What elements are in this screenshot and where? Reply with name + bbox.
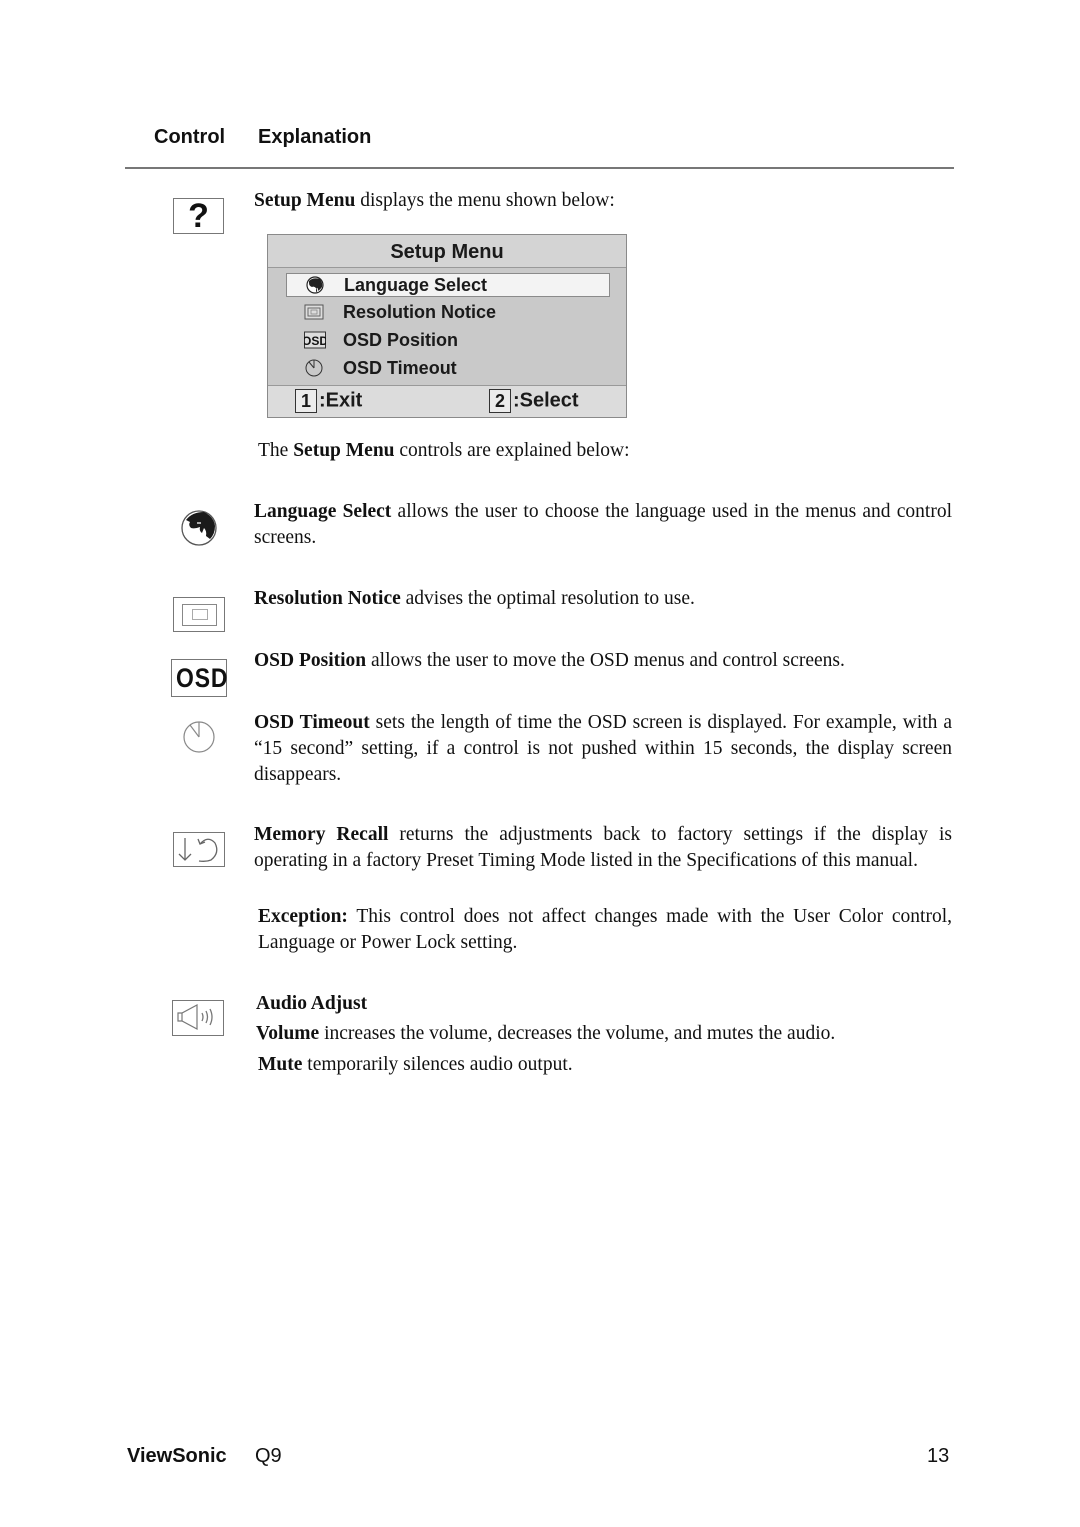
osd-icon: OSD: [302, 331, 328, 349]
entry-title: Memory Recall: [254, 824, 389, 845]
osd-item-label: Language Select: [344, 275, 488, 295]
osd-item-language-select[interactable]: Language Select: [286, 273, 610, 297]
footer-brand: ViewSonic: [127, 1445, 227, 1467]
entry-memory-recall: Memory Recall returns the adjustments ba…: [254, 822, 952, 874]
osd-exit-hint[interactable]: 1:Exit: [295, 389, 362, 413]
entry-resolution-notice: Resolution Notice advises the optimal re…: [254, 586, 952, 612]
entry-text: allows the user to move the OSD menus an…: [366, 650, 845, 671]
entry-title: Language Select: [254, 501, 392, 522]
exception-label: Exception:: [258, 906, 348, 927]
audio-adjust-heading: Audio Adjust: [256, 993, 368, 1014]
osd-item-label: Resolution Notice: [343, 302, 497, 322]
resolution-notice-icon: [173, 597, 225, 632]
explain-intro-bold: Setup Menu: [293, 440, 395, 461]
page-number: 13: [927, 1445, 950, 1467]
key-1-icon: 1: [295, 389, 317, 413]
resolution-notice-icon: [304, 303, 324, 321]
header-divider: [125, 167, 954, 169]
audio-volume-text: Volume increases the volume, decreases t…: [256, 1021, 954, 1047]
memory-recall-icon: [173, 832, 225, 867]
entry-osd-position: OSD Position allows the user to move the…: [254, 648, 952, 674]
audio-mute-text: Mute temporarily silences audio output.: [258, 1052, 956, 1078]
entry-title: OSD Position: [254, 650, 367, 671]
osd-item-osd-position[interactable]: OSD OSD Position: [286, 329, 610, 353]
entry-title: Resolution Notice: [254, 588, 401, 609]
entry-language-select: Language Select allows the user to choos…: [254, 499, 952, 551]
explain-intro-pre: The: [258, 440, 294, 461]
key-2-icon: 2: [489, 389, 511, 413]
svg-text:OSD: OSD: [304, 334, 326, 348]
osd-title: Setup Menu: [268, 235, 626, 268]
osd-item-resolution-notice[interactable]: Resolution Notice: [286, 301, 610, 325]
speaker-icon: [172, 1000, 224, 1036]
select-label: :Select: [513, 389, 579, 412]
explain-intro: The Setup Menu controls are explained be…: [258, 438, 630, 464]
osd-menu-list: Language Select Resolution Notice OSD OS…: [268, 268, 626, 386]
entry-title: OSD Timeout: [254, 712, 370, 733]
column-header-control: Control: [154, 126, 226, 148]
volume-label: Volume: [256, 1023, 320, 1044]
osd-footer: 1:Exit 2:Select: [268, 385, 626, 417]
footer-model: Q9: [255, 1445, 282, 1467]
entry-osd-timeout: OSD Timeout sets the length of time the …: [254, 710, 952, 788]
column-header-explanation: Explanation: [258, 126, 372, 148]
exception-text: This control does not affect changes mad…: [258, 906, 952, 953]
explain-intro-post: controls are explained below:: [394, 440, 630, 461]
osd-item-osd-timeout[interactable]: OSD Timeout: [286, 357, 610, 381]
mute-text: temporarily silences audio output.: [302, 1054, 573, 1075]
intro-text: displays the menu shown below:: [355, 190, 615, 211]
volume-text: increases the volume, decreases the volu…: [319, 1023, 836, 1044]
osd-select-hint[interactable]: 2:Select: [489, 389, 579, 413]
osd-icon: OSD: [171, 659, 227, 697]
setup-menu-intro: Setup Menu displays the menu shown below…: [254, 188, 615, 214]
mute-label: Mute: [258, 1054, 303, 1075]
globe-icon: [180, 509, 218, 547]
entry-text: advises the optimal resolution to use.: [400, 588, 695, 609]
intro-bold: Setup Menu: [254, 190, 356, 211]
exception-note: Exception: This control does not affect …: [258, 904, 952, 956]
osd-item-label: OSD Position: [343, 330, 459, 350]
globe-icon: [305, 276, 325, 294]
clock-icon: [182, 720, 216, 754]
osd-item-label: OSD Timeout: [343, 358, 457, 378]
setup-menu-osd: Setup Menu Language Select Resolution No…: [267, 234, 627, 418]
exit-label: :Exit: [319, 389, 363, 412]
question-mark-icon: ?: [173, 197, 224, 235]
clock-icon: [304, 359, 324, 377]
